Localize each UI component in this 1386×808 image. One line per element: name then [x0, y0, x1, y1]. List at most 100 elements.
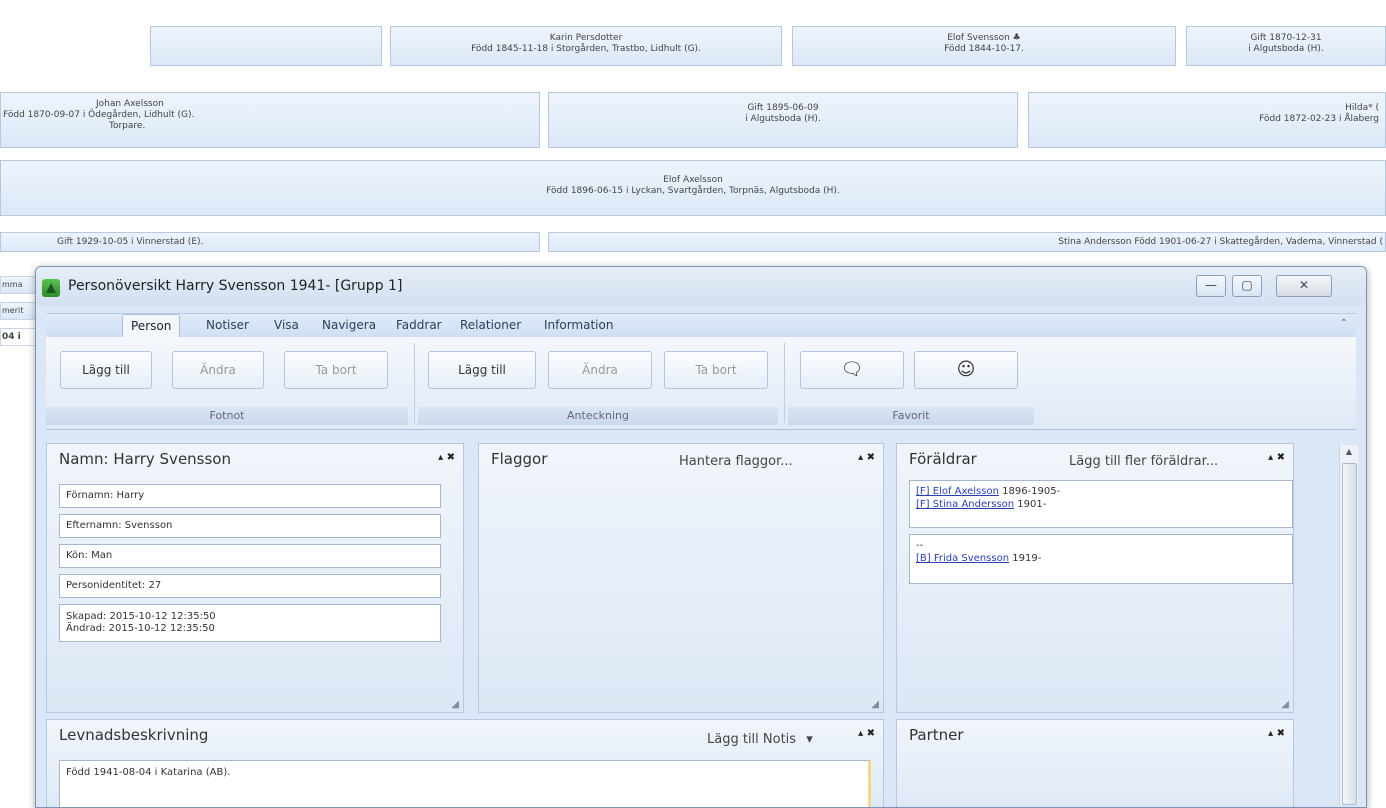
biography-text[interactable]: Född 1941-08-04 i Katarina (AB).: [59, 760, 871, 807]
siblings-dash: --: [916, 540, 924, 551]
pedigree-birth: Född 1845-11-18 i Storgården, Trastbo, L…: [471, 44, 701, 54]
manage-flags-link[interactable]: Hantera flaggor...: [679, 454, 793, 469]
tab-notiser[interactable]: Notiser: [206, 318, 249, 332]
parent-item[interactable]: [F] Stina Andersson 1901-: [916, 498, 1286, 511]
person-overview-window[interactable]: Personöversikt Harry Svensson 1941- [Gru…: [35, 266, 1367, 808]
first-name-field[interactable]: Förnamn: Harry: [59, 484, 441, 508]
add-parents-link[interactable]: Lägg till fler föräldrar...: [1069, 454, 1218, 469]
fotnot-add-button[interactable]: Lägg till: [60, 351, 152, 389]
anteckning-edit-button[interactable]: Ändra: [548, 351, 652, 389]
siblings-list: -- [B] Frida Svensson 1919-: [909, 534, 1293, 584]
timestamps-field: Skapad: 2015-10-12 12:35:50 Ändrad: 2015…: [59, 604, 441, 642]
fotnot-group-label: Fotnot: [46, 407, 408, 425]
fotnot-edit-button[interactable]: Ändra: [172, 351, 264, 389]
resize-grip-icon[interactable]: ◢: [871, 699, 879, 710]
pedigree-box-marriage-1870[interactable]: Gift 1870-12-31 i Algutsboda (H).: [1186, 26, 1386, 66]
parent-years: 1896-1905-: [1002, 486, 1061, 497]
favorit-group-label: Favorit: [788, 407, 1034, 425]
scroll-thumb[interactable]: [1342, 463, 1357, 805]
pedigree-box-stina[interactable]: Stina Andersson Född 1901-06-27 i Skatte…: [548, 232, 1386, 252]
pedigree-marriage: Gift 1895-06-09: [747, 103, 819, 113]
parents-list: [F] Elof Axelsson 1896-1905- [F] Stina A…: [909, 480, 1293, 528]
app-tree-icon: [42, 279, 60, 297]
panel-controls[interactable]: ▴ ✖: [858, 452, 875, 463]
pedigree-birth: Född 1872-02-23 i Ålaberg: [1259, 114, 1379, 124]
maximize-button[interactable]: ▢: [1232, 275, 1262, 297]
partner-panel-title: Partner: [909, 726, 964, 744]
ribbon-tabs: Person Notiser Visa Navigera Faddrar Rel…: [46, 313, 1356, 338]
tab-visa[interactable]: Visa: [274, 318, 299, 332]
pedigree-birth: Född 1870-09-07 i Ödegården, Lidhult (G)…: [3, 110, 195, 120]
tab-relationer[interactable]: Relationer: [460, 318, 521, 332]
pedigree-box-elof-svensson[interactable]: Elof Svensson ♣ Född 1844-10-17.: [792, 26, 1176, 66]
flags-panel-title: Flaggor: [491, 450, 548, 468]
pedigree-occupation: Torpare.: [109, 121, 146, 131]
close-button[interactable]: ✕: [1276, 275, 1332, 297]
parents-panel-title: Föräldrar: [909, 450, 977, 468]
window-titlebar[interactable]: Personöversikt Harry Svensson 1941- [Gru…: [36, 267, 1366, 305]
ribbon-separator: [784, 343, 785, 423]
anteckning-add-button[interactable]: Lägg till: [428, 351, 536, 389]
partner-panel: Partner ▴ ✖: [896, 719, 1294, 807]
vertical-scrollbar[interactable]: ▲: [1339, 445, 1358, 805]
pedigree-edge-fragment: 04 i: [0, 328, 40, 346]
resize-grip-icon[interactable]: ◢: [451, 699, 459, 710]
parent-link[interactable]: [F] Stina Andersson: [916, 499, 1014, 510]
name-panel: Namn: Harry Svensson ▴ ✖ Förnamn: Harry …: [46, 443, 464, 713]
parent-link[interactable]: [F] Elof Axelsson: [916, 486, 999, 497]
pedigree-box-elof-axelsson[interactable]: Elof Axelsson Född 1896-06-15 i Lyckan, …: [0, 160, 1386, 216]
pedigree-box-karin[interactable]: Karin Persdotter Född 1845-11-18 i Storg…: [390, 26, 782, 66]
pedigree-place: i Algutsboda (H).: [745, 114, 821, 124]
last-name-field[interactable]: Efternamn: Svensson: [59, 514, 441, 538]
tab-person[interactable]: Person: [122, 314, 181, 338]
parent-item[interactable]: [F] Elof Axelsson 1896-1905-: [916, 485, 1286, 498]
pedigree-name: Elof Svensson ♣: [947, 33, 1021, 43]
sibling-item[interactable]: [B] Frida Svensson 1919-: [916, 552, 1286, 565]
gender-field[interactable]: Kön: Man: [59, 544, 441, 568]
pedigree-box-johan[interactable]: Johan Axelsson Född 1870-09-07 i Ödegård…: [0, 92, 540, 148]
name-panel-title: Namn: Harry Svensson: [59, 450, 231, 468]
pedigree-edge-fragment: mma: [0, 276, 40, 294]
ribbon-separator: [414, 343, 415, 423]
tab-navigera[interactable]: Navigera: [322, 318, 376, 332]
panel-controls[interactable]: ▴ ✖: [1268, 728, 1285, 739]
minimize-button[interactable]: —: [1196, 275, 1226, 297]
pedigree-name: Karin Persdotter: [549, 33, 623, 43]
sibling-link[interactable]: [B] Frida Svensson: [916, 553, 1009, 564]
add-note-link[interactable]: Lägg till Notis ▾: [707, 732, 813, 747]
panel-controls[interactable]: ▴ ✖: [858, 728, 875, 739]
tab-information[interactable]: Information: [544, 318, 613, 332]
anteckning-group-label: Anteckning: [418, 407, 778, 425]
ribbon-body: Lägg till Ändra Ta bort Fotnot Lägg till…: [46, 337, 1356, 430]
parents-panel: Föräldrar Lägg till fler föräldrar... ▴ …: [896, 443, 1294, 713]
pedigree-name: Johan Axelsson: [96, 99, 164, 109]
pedigree-box-empty[interactable]: [150, 26, 382, 66]
biography-panel-title: Levnadsbeskrivning: [59, 726, 209, 744]
ribbon-collapse-icon[interactable]: ⌃: [1340, 318, 1348, 329]
pedigree-edge-fragment: merit: [0, 302, 40, 320]
pedigree-box-marriage-1929[interactable]: Gift 1929-10-05 i Vinnerstad (E).: [0, 232, 540, 252]
created-text: Skapad: 2015-10-12 12:35:50: [66, 611, 216, 622]
pedigree-box-hilda[interactable]: Hilda* ( Född 1872-02-23 i Ålaberg: [1028, 92, 1386, 148]
biography-panel: Levnadsbeskrivning Lägg till Notis ▾ ▴ ✖…: [46, 719, 884, 807]
pedigree-marriage: Gift 1929-10-05 i Vinnerstad (E).: [57, 237, 204, 247]
chevron-down-icon[interactable]: ▾: [806, 732, 813, 747]
tab-faddrar[interactable]: Faddrar: [396, 318, 442, 332]
changed-text: Ändrad: 2015-10-12 12:35:50: [66, 623, 215, 634]
pedigree-box-marriage-1895[interactable]: Gift 1895-06-09 i Algutsboda (H).: [548, 92, 1018, 148]
anteckning-delete-button[interactable]: Ta bort: [664, 351, 768, 389]
fotnot-delete-button[interactable]: Ta bort: [284, 351, 388, 389]
pedigree-person: Stina Andersson Född 1901-06-27 i Skatte…: [1058, 237, 1383, 247]
flags-panel: Flaggor Hantera flaggor... ▴ ✖ ◢: [478, 443, 884, 713]
panel-controls[interactable]: ▴ ✖: [438, 452, 455, 463]
person-id-field[interactable]: Personidentitet: 27: [59, 574, 441, 598]
panel-controls[interactable]: ▴ ✖: [1268, 452, 1285, 463]
favorite-speech-icon[interactable]: 🗨: [800, 351, 904, 389]
pedigree-birth: Född 1896-06-15 i Lyckan, Svartgården, T…: [546, 186, 840, 196]
scroll-up-icon[interactable]: ▲: [1340, 447, 1358, 456]
resize-grip-icon[interactable]: ◢: [1281, 699, 1289, 710]
pedigree-birth: Född 1844-10-17.: [944, 44, 1024, 54]
pedigree-place: i Algutsboda (H).: [1248, 44, 1324, 54]
pedigree-name: Hilda* (: [1345, 103, 1379, 113]
favorite-face-icon[interactable]: ☺: [914, 351, 1018, 389]
